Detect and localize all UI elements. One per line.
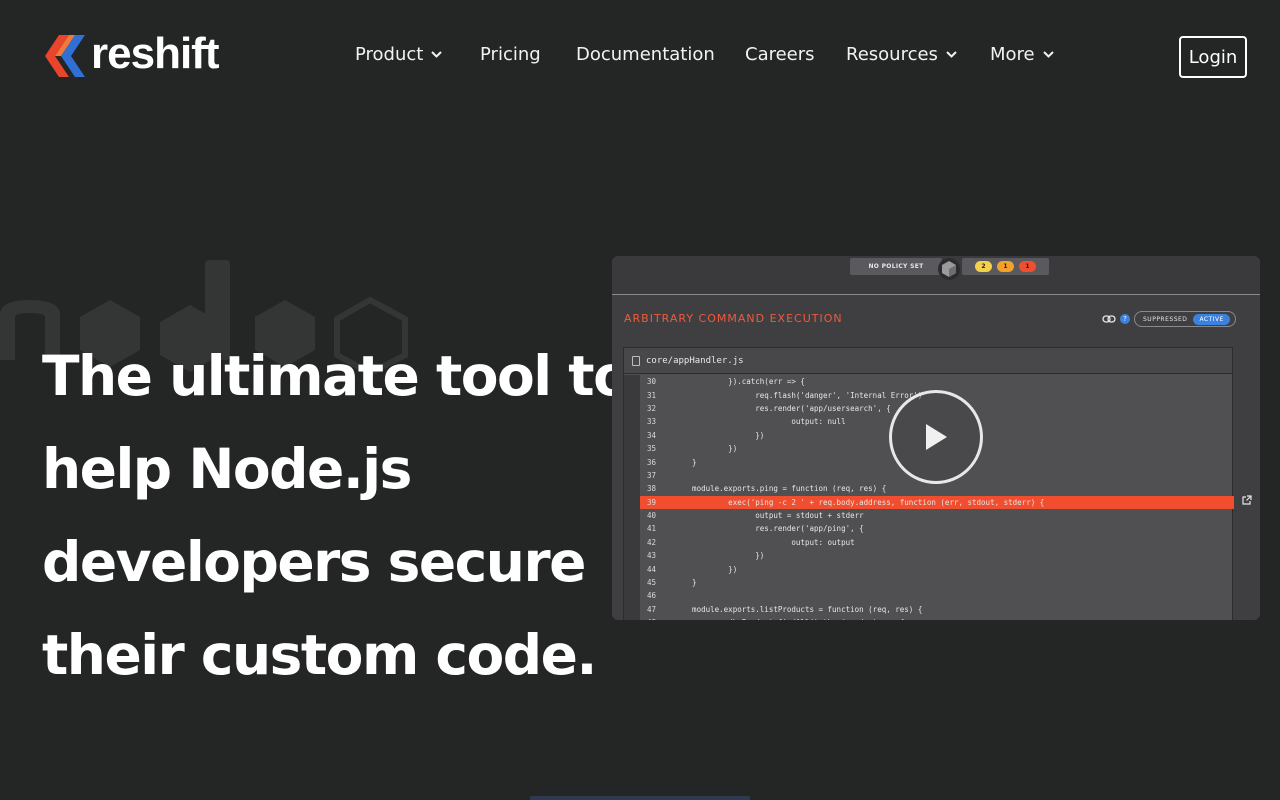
count-low: 2 — [975, 261, 992, 272]
nav-documentation-label: Documentation — [576, 44, 715, 65]
count-medium: 1 — [997, 261, 1014, 272]
headline-line-4: their custom code. — [42, 623, 597, 687]
policy-status: NO POLICY SET — [850, 258, 942, 275]
line-number: 47 — [646, 604, 656, 614]
link-icon — [1102, 315, 1116, 323]
file-name: core/appHandler.js — [646, 355, 744, 366]
code-line-highlighted: 39 exec('ping -c 2 ' + req.body.address,… — [640, 495, 1234, 509]
code-line: 41 res.render('app/ping', { — [624, 522, 1234, 535]
chevron-down-icon — [1042, 51, 1054, 58]
chevron-down-icon — [946, 51, 957, 58]
help-icon: ? — [1120, 314, 1130, 324]
login-button[interactable]: Login — [1179, 36, 1247, 78]
line-number: 38 — [646, 484, 656, 494]
code-line: 38 module.exports.ping = function (req, … — [624, 482, 1234, 495]
nav-resources[interactable]: Resources — [846, 44, 957, 65]
toggle-active: ACTIVE — [1193, 313, 1230, 325]
code-text: output = stdout + stderr — [674, 511, 864, 521]
code-text: exec('ping -c 2 ' + req.body.address, fu… — [674, 497, 1045, 507]
nav-pricing[interactable]: Pricing — [480, 44, 541, 65]
code-text: }) — [674, 430, 765, 440]
code-panel: core/appHandler.js 30 }).catch(err => {3… — [623, 347, 1234, 620]
line-number: 43 — [646, 551, 656, 561]
line-number: 48 — [624, 618, 666, 620]
line-number: 33 — [646, 417, 656, 427]
code-text: }).catch(err => { — [674, 377, 805, 387]
code-text: }) — [674, 564, 738, 574]
code-text: } — [674, 578, 697, 588]
code-text: res.render('app/usersearch', { — [674, 403, 891, 413]
code-line: 46 — [624, 589, 1234, 602]
external-link-icon — [1242, 495, 1252, 505]
nav-pricing-label: Pricing — [480, 44, 541, 65]
nav-product[interactable]: Product — [355, 44, 443, 65]
line-number: 46 — [646, 591, 656, 601]
video-toolbar: NO POLICY SET 2 1 1 — [612, 256, 1260, 295]
line-number: 39 — [646, 497, 656, 507]
status-controls: ? SUPPRESSED ACTIVE — [1102, 311, 1236, 327]
play-button[interactable] — [889, 390, 983, 484]
code-line: 40 output = stdout + stderr — [624, 509, 1234, 522]
code-text: db.Product.findAll().then(products => { — [666, 618, 904, 620]
code-text: req.flash('danger', 'Internal Error') — [674, 390, 923, 400]
hero-headline: The ultimate tool to help Node.js develo… — [42, 330, 631, 702]
code-line: 44 }) — [624, 562, 1234, 575]
nav-careers-label: Careers — [745, 44, 815, 65]
play-icon — [926, 424, 947, 450]
suppressed-active-toggle: SUPPRESSED ACTIVE — [1134, 311, 1236, 327]
code-text: }) — [674, 551, 765, 561]
nav-more[interactable]: More — [990, 44, 1054, 65]
line-number: 41 — [646, 524, 656, 534]
chevron-down-icon — [431, 51, 443, 58]
nav-careers[interactable]: Careers — [745, 44, 815, 65]
code-text: }) — [674, 444, 738, 454]
line-number: 30 — [646, 377, 656, 387]
line-number: 45 — [646, 578, 656, 588]
headline-line-1: The ultimate tool to — [42, 344, 631, 408]
line-number: 44 — [646, 564, 656, 574]
nav-product-label: Product — [355, 44, 424, 65]
line-number: 32 — [646, 403, 656, 413]
line-number: 34 — [646, 430, 656, 440]
code-line: 42 output: output — [624, 536, 1234, 549]
vulnerability-title: ARBITRARY COMMAND EXECUTION — [624, 312, 843, 325]
issue-counts: 2 1 1 — [962, 258, 1049, 275]
file-icon — [632, 355, 640, 366]
headline-line-3: developers secure — [42, 530, 586, 594]
count-high: 1 — [1019, 261, 1036, 272]
file-header: core/appHandler.js — [624, 348, 1232, 374]
cube-icon — [938, 258, 960, 280]
code-text: } — [674, 457, 697, 467]
line-number: 37 — [646, 470, 656, 480]
line-number: 31 — [646, 390, 656, 400]
code-text: module.exports.ping = function (req, res… — [674, 484, 887, 494]
code-line: 47 module.exports.listProducts = functio… — [624, 603, 1234, 616]
code-line: 30 }).catch(err => { — [624, 375, 1234, 388]
nav-more-label: More — [990, 44, 1035, 65]
section-edge — [530, 796, 750, 800]
code-line: 43 }) — [624, 549, 1234, 562]
line-number: 40 — [646, 511, 656, 521]
code-text: res.render('app/ping', { — [674, 524, 864, 534]
line-number: 42 — [646, 537, 656, 547]
main-nav: Product Pricing Documentation Careers Re… — [0, 44, 1280, 70]
code-line: 45 } — [624, 576, 1234, 589]
code-text: module.exports.listProducts = function (… — [674, 604, 923, 614]
line-number: 35 — [646, 444, 656, 454]
nav-documentation[interactable]: Documentation — [576, 44, 715, 65]
code-text: output: output — [674, 537, 855, 547]
nav-resources-label: Resources — [846, 44, 938, 65]
headline-line-2: help Node.js — [42, 437, 412, 501]
line-number: 36 — [646, 457, 656, 467]
product-video[interactable]: NO POLICY SET 2 1 1 ARBITRARY COMMAND EX… — [612, 256, 1260, 620]
toggle-suppressed: SUPPRESSED — [1143, 315, 1188, 323]
code-line: 48 db.Product.findAll().then(products =>… — [624, 616, 1234, 620]
code-text: output: null — [674, 417, 846, 427]
